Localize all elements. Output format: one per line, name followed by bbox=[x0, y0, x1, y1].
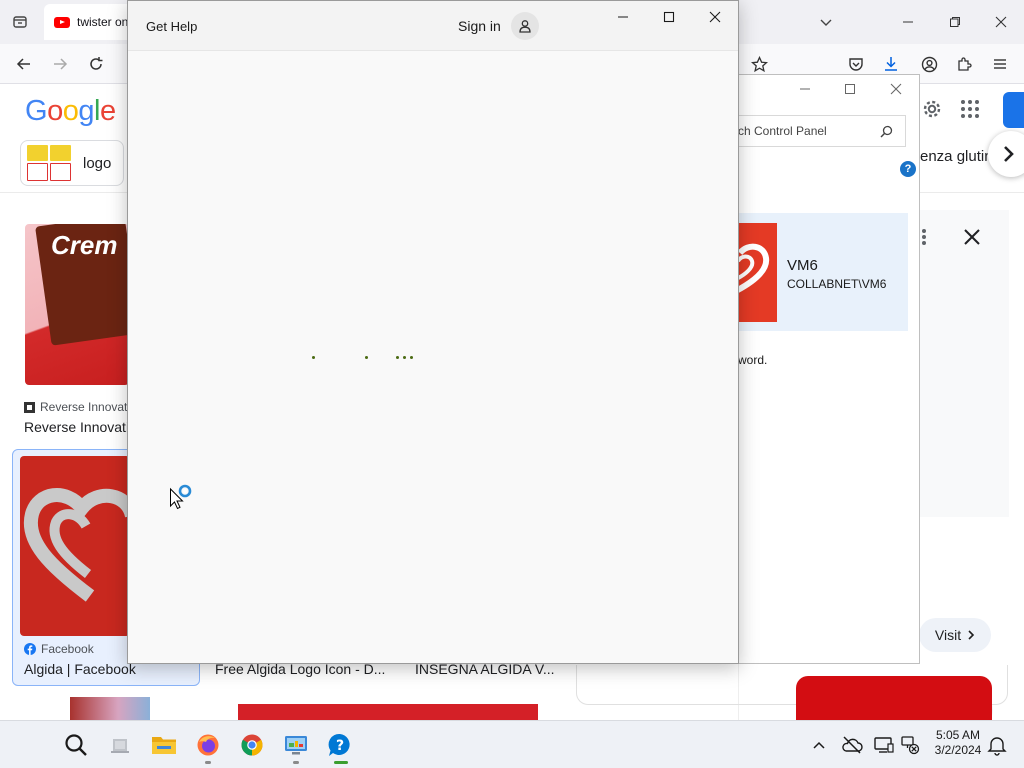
loading-dot bbox=[396, 356, 399, 359]
result-image-cremino[interactable]: Crem bbox=[25, 224, 129, 385]
sign-in-button[interactable] bbox=[1003, 92, 1024, 128]
running-indicator bbox=[293, 761, 299, 764]
back-icon[interactable] bbox=[10, 50, 38, 78]
help-badge-icon[interactable]: ? bbox=[900, 161, 916, 177]
active-indicator bbox=[334, 761, 348, 764]
algida-heart-logo bbox=[23, 488, 130, 602]
related-chip-right[interactable]: enza glutin bbox=[920, 148, 993, 165]
chip-label: logo bbox=[83, 154, 112, 172]
control-panel-icon[interactable] bbox=[278, 727, 314, 764]
svg-text:?: ? bbox=[336, 738, 344, 754]
get-help-window: Get Help Sign in bbox=[127, 0, 739, 664]
cp-titlebar bbox=[738, 75, 919, 103]
chrome-icon[interactable] bbox=[234, 727, 270, 763]
help-close-icon[interactable] bbox=[692, 1, 738, 33]
result-source-text: Facebook bbox=[41, 642, 94, 656]
running-indicator bbox=[205, 761, 211, 764]
person-icon bbox=[510, 12, 539, 40]
restore-icon[interactable] bbox=[941, 8, 969, 36]
cp-maximize-icon[interactable] bbox=[838, 77, 862, 101]
tab-youtube[interactable]: twister on bbox=[44, 4, 134, 40]
network-disconnected-icon[interactable] bbox=[899, 734, 921, 756]
facebook-icon bbox=[24, 643, 36, 655]
close-icon[interactable] bbox=[987, 8, 1015, 36]
onedrive-offline-icon[interactable] bbox=[841, 734, 863, 756]
chip-thumbnail bbox=[27, 145, 71, 181]
cp-search-input[interactable]: ch Control Panel bbox=[738, 115, 906, 147]
chips-next-button[interactable] bbox=[988, 131, 1024, 177]
result-source[interactable]: Facebook bbox=[24, 642, 128, 656]
cp-search-placeholder: ch Control Panel bbox=[738, 124, 827, 138]
control-panel-window: ch Control Panel ? VM6 COLLABNET\VM6 wor… bbox=[738, 74, 920, 664]
related-chip-logo[interactable]: logo bbox=[20, 140, 124, 186]
site-icon bbox=[24, 401, 35, 413]
result-image-partial[interactable] bbox=[70, 697, 150, 720]
task-view-icon[interactable] bbox=[102, 727, 138, 763]
forward-icon[interactable] bbox=[46, 50, 74, 78]
loading-dot bbox=[403, 356, 406, 359]
system-clock[interactable]: 5:05 AM 3/2/2024 bbox=[926, 728, 990, 758]
clock-date: 3/2/2024 bbox=[934, 743, 982, 757]
user-name: VM6 bbox=[787, 257, 818, 274]
get-help-icon[interactable]: ? bbox=[322, 727, 358, 764]
tab-title: twister on bbox=[77, 15, 129, 29]
user-account-card[interactable]: VM6 COLLABNET\VM6 bbox=[738, 213, 908, 331]
firefox-icon[interactable] bbox=[190, 727, 226, 764]
cp-minimize-icon[interactable] bbox=[793, 77, 817, 101]
extensions-icon[interactable] bbox=[950, 50, 978, 78]
cp-close-icon[interactable] bbox=[884, 77, 908, 101]
loading-dot bbox=[312, 356, 315, 359]
user-account: COLLABNET\VM6 bbox=[787, 277, 887, 291]
sign-in-button[interactable]: Sign in bbox=[458, 11, 539, 41]
sign-in-label: Sign in bbox=[458, 18, 501, 34]
display-icon[interactable] bbox=[873, 734, 895, 756]
help-minimize-icon[interactable] bbox=[600, 1, 646, 33]
window-title: Get Help bbox=[146, 19, 198, 34]
clock-time: 5:05 AM bbox=[935, 728, 981, 742]
result-image-algida[interactable] bbox=[20, 456, 130, 636]
preview-close-icon[interactable] bbox=[963, 228, 981, 246]
busy-cursor-icon bbox=[169, 484, 195, 512]
tab-list-icon[interactable] bbox=[6, 8, 34, 36]
loading-dot bbox=[365, 356, 368, 359]
chevron-right-icon bbox=[1004, 146, 1014, 162]
google-logo-text: Google bbox=[25, 95, 116, 127]
search-icon bbox=[880, 125, 893, 138]
help-content-loading bbox=[128, 51, 738, 663]
google-logo[interactable]: Google bbox=[25, 95, 116, 128]
search-icon[interactable] bbox=[58, 727, 94, 763]
result-title[interactable]: Reverse Innovati bbox=[24, 419, 128, 435]
reload-icon[interactable] bbox=[82, 50, 110, 78]
show-hidden-icons-chevron-up-icon[interactable] bbox=[810, 736, 828, 754]
chevron-down-icon[interactable] bbox=[812, 8, 840, 36]
visit-label: Visit bbox=[934, 627, 962, 643]
loading-dot bbox=[410, 356, 413, 359]
settings-gear-icon[interactable] bbox=[922, 99, 942, 119]
result-image-partial[interactable] bbox=[238, 704, 538, 720]
chevron-right-icon bbox=[968, 630, 975, 640]
result-source-text: Reverse Innovat bbox=[40, 400, 128, 414]
file-explorer-icon[interactable] bbox=[146, 727, 182, 763]
algida-avatar-logo bbox=[738, 243, 770, 294]
red-image-partial[interactable] bbox=[796, 676, 992, 720]
password-hint: word. bbox=[738, 353, 768, 367]
apps-grid-icon[interactable] bbox=[960, 99, 980, 119]
help-maximize-icon[interactable] bbox=[646, 1, 692, 33]
visit-button[interactable]: Visit bbox=[919, 618, 991, 652]
product-box-label: Crem bbox=[51, 230, 118, 260]
user-avatar bbox=[738, 223, 777, 322]
taskbar: ? bbox=[0, 720, 1024, 768]
result-source[interactable]: Reverse Innovat bbox=[24, 400, 128, 414]
youtube-icon bbox=[54, 16, 70, 28]
menu-icon[interactable] bbox=[986, 50, 1014, 78]
minimize-icon[interactable] bbox=[894, 8, 922, 36]
